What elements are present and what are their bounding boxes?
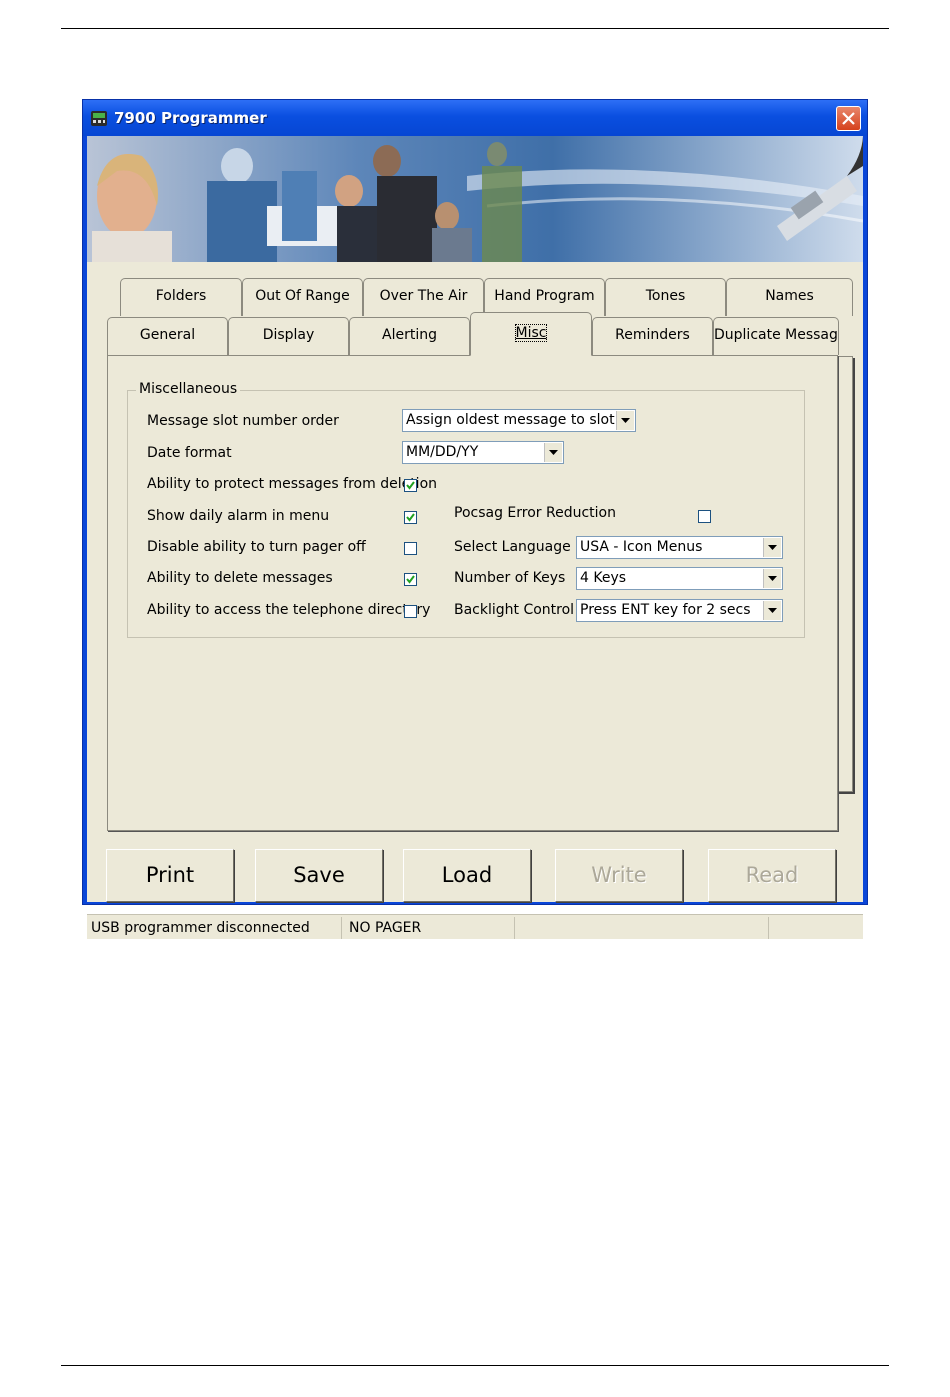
usb-status: USB programmer disconnected	[87, 917, 342, 939]
checkmark-icon	[406, 575, 415, 584]
checkmark-icon	[406, 513, 415, 522]
tab-general[interactable]: General	[107, 317, 228, 355]
tab-over-the-air[interactable]: Over The Air	[363, 278, 484, 316]
banner-image	[87, 136, 863, 262]
window-title: 7900 Programmer	[114, 109, 267, 127]
protect-messages-label: Ability to protect messages from deletio…	[147, 476, 438, 492]
daily-alarm-checkbox[interactable]	[404, 511, 417, 524]
checkmark-icon	[406, 481, 415, 490]
language-select[interactable]: USA - Icon Menus	[576, 536, 783, 559]
read-button[interactable]: Read	[708, 849, 836, 902]
telephone-directory-label: Ability to access the telephone director…	[147, 602, 431, 618]
disable-off-checkbox[interactable]	[404, 542, 417, 555]
programmer-window: 7900 Programmer Folders Out Of Range Ove…	[82, 99, 868, 939]
tab-folders[interactable]: Folders	[120, 278, 242, 316]
language-label: Select Language	[454, 539, 571, 555]
delete-messages-checkbox[interactable]	[404, 573, 417, 586]
tab-display[interactable]: Display	[228, 317, 349, 355]
misc-tab-panel: Miscellaneous Message slot number order …	[107, 355, 838, 831]
number-of-keys-select[interactable]: 4 Keys	[576, 567, 783, 590]
disable-off-label: Disable ability to turn pager off	[147, 539, 366, 555]
dropdown-arrow-icon	[616, 411, 634, 430]
bottom-rule	[61, 1365, 889, 1366]
save-button[interactable]: Save	[255, 849, 383, 902]
top-rule	[61, 28, 889, 29]
close-button[interactable]	[836, 106, 861, 131]
miscellaneous-group: Miscellaneous Message slot number order …	[127, 381, 805, 638]
pocsag-label: Pocsag Error Reduction	[454, 505, 616, 521]
dropdown-arrow-icon	[763, 538, 781, 557]
title-bar[interactable]: 7900 Programmer	[83, 100, 867, 136]
status-cell-empty	[771, 917, 863, 939]
message-slot-label: Message slot number order	[147, 413, 339, 429]
tab-names[interactable]: Names	[726, 278, 853, 316]
load-button[interactable]: Load	[403, 849, 531, 902]
backlight-select[interactable]: Press ENT key for 2 secs	[576, 599, 783, 622]
print-button[interactable]: Print	[106, 849, 234, 902]
status-bar: USB programmer disconnected NO PAGER	[87, 914, 863, 939]
tab-out-of-range[interactable]: Out Of Range	[242, 278, 363, 316]
backlight-label: Backlight Control	[454, 602, 575, 618]
protect-messages-checkbox[interactable]	[404, 479, 417, 492]
date-format-label: Date format	[147, 445, 232, 461]
dropdown-arrow-icon	[763, 569, 781, 588]
pager-app-icon	[91, 111, 107, 126]
dropdown-arrow-icon	[763, 601, 781, 620]
tab-reminders[interactable]: Reminders	[592, 317, 713, 355]
delete-messages-label: Ability to delete messages	[147, 570, 333, 586]
date-format-select[interactable]: MM/DD/YY	[402, 441, 564, 464]
tab-hand-program[interactable]: Hand Program	[484, 278, 605, 316]
close-icon	[842, 112, 855, 125]
tab-tones[interactable]: Tones	[605, 278, 726, 316]
client-area: Folders Out Of Range Over The Air Hand P…	[87, 136, 863, 939]
daily-alarm-label: Show daily alarm in menu	[147, 508, 330, 524]
pager-status: NO PAGER	[345, 917, 515, 939]
message-slot-select[interactable]: Assign oldest message to slot 1	[402, 409, 636, 432]
tab-duplicate-messages[interactable]: Duplicate Messages	[713, 317, 839, 355]
status-cell-empty	[517, 917, 769, 939]
group-title: Miscellaneous	[136, 381, 241, 397]
write-button[interactable]: Write	[555, 849, 683, 902]
number-of-keys-label: Number of Keys	[454, 570, 566, 586]
pocsag-checkbox[interactable]	[698, 510, 711, 523]
tab-alerting[interactable]: Alerting	[349, 317, 470, 355]
tab-misc[interactable]: Misc	[470, 312, 592, 356]
dropdown-arrow-icon	[544, 443, 562, 462]
telephone-directory-checkbox[interactable]	[404, 605, 417, 618]
